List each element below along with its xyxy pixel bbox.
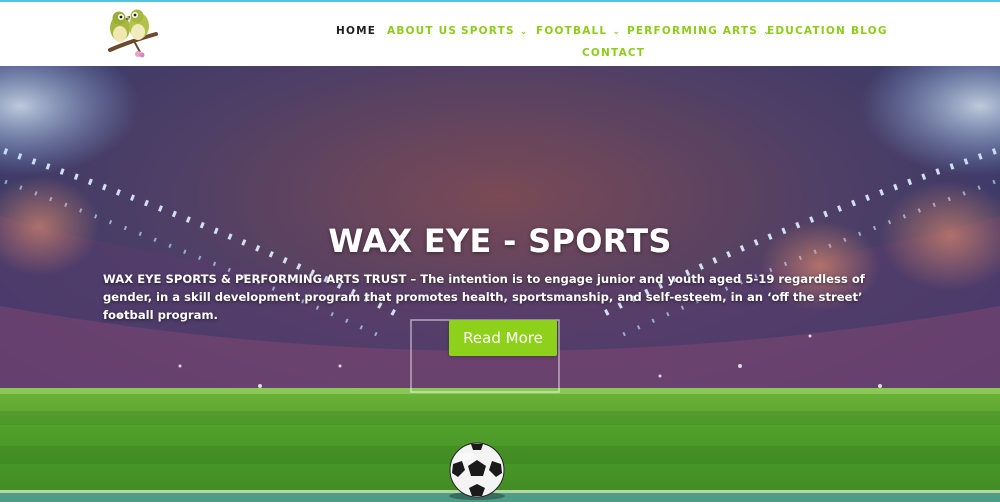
nav-football-label: FOOTBALL — [536, 25, 608, 37]
main-nav: HOME ABOUT US SPORTS ⌄ FOOTBALL ⌄ PERFORMI… — [0, 25, 1000, 69]
nav-contact-label: CONTACT — [582, 47, 646, 59]
nav-contact[interactable]: CONTACT — [582, 47, 645, 59]
hero-title: WAX EYE - SPORTS — [328, 222, 672, 260]
nav-sports-label: SPORTS — [461, 25, 515, 37]
nav-blog[interactable]: BLOG — [851, 25, 888, 37]
nav-performing-arts-label: PERFORMING ARTS — [627, 25, 759, 37]
nav-performing-arts[interactable]: PERFORMING ARTS ⌄ — [627, 25, 772, 37]
nav-about-us[interactable]: ABOUT US — [387, 25, 457, 37]
hero-section: WAX EYE - SPORTS WAX EYE SPORTS & PERFOR… — [0, 66, 1000, 502]
nav-football[interactable]: FOOTBALL ⌄ — [536, 25, 621, 37]
soccer-ball-icon — [445, 442, 509, 500]
hero-description: WAX EYE SPORTS & PERFORMING ARTS TRUST –… — [103, 272, 865, 322]
nav-education-label: EDUCATION — [767, 25, 847, 37]
chevron-down-icon: ⌄ — [612, 27, 622, 37]
nav-sports[interactable]: SPORTS ⌄ — [461, 25, 528, 37]
nav-home-label: HOME — [336, 25, 377, 37]
site-header: HOME ABOUT US SPORTS ⌄ FOOTBALL ⌄ PERFORMI… — [0, 2, 1000, 66]
read-more-button[interactable]: Read More — [449, 320, 557, 356]
nav-blog-label: BLOG — [851, 25, 888, 37]
chevron-down-icon: ⌄ — [519, 27, 529, 37]
nav-education[interactable]: EDUCATION — [767, 25, 846, 37]
nav-home[interactable]: HOME — [336, 25, 376, 37]
nav-about-us-label: ABOUT US — [387, 25, 458, 37]
